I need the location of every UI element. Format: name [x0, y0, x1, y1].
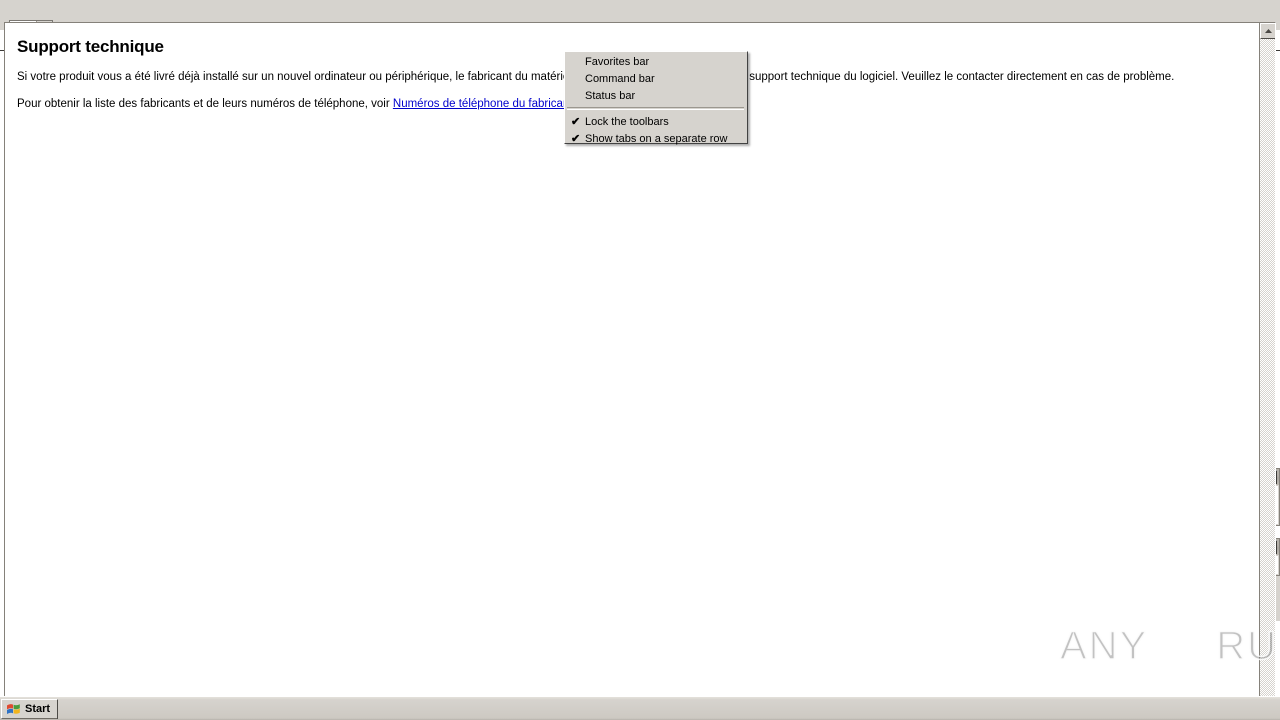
toolbars-dropdown-menu[interactable]: Favorites bar Command bar Status bar ✔ L… — [564, 51, 748, 147]
menu-item-status-bar[interactable]: Status bar — [565, 87, 747, 104]
taskbar[interactable]: Start — [0, 696, 1280, 720]
desktop-screen: lfrxIú`*ôh8ziêÐ–üb¤×¨–µE¦ ⅜□□¶ÃÉ¨y)ògÝ·¦… — [0, 0, 1280, 720]
start-button[interactable]: Start — [1, 699, 59, 719]
scrollbar-track[interactable] — [1260, 39, 1275, 698]
menu-item-command-bar[interactable]: Command bar — [565, 70, 747, 87]
menu-item-lock-toolbars-label: Lock the toolbars — [585, 115, 669, 128]
vertical-scrollbar[interactable] — [1259, 23, 1275, 714]
menu-item-favorites-bar-label: Favorites bar — [585, 55, 650, 68]
menu-item-command-bar-label: Command bar — [585, 72, 655, 85]
menu-item-status-bar-label: Status bar — [585, 89, 636, 102]
menu-item-favorites-bar[interactable]: Favorites bar — [565, 53, 747, 70]
check-icon: ✔ — [571, 116, 581, 128]
windows-flag-icon — [6, 702, 21, 716]
menu-separator — [567, 107, 744, 110]
help-paragraph-2-text: Pour obtenir la liste des fabricants et … — [17, 98, 393, 110]
menu-item-lock-toolbars[interactable]: ✔ Lock the toolbars — [565, 113, 747, 130]
start-button-label: Start — [25, 703, 51, 715]
menu-item-show-tabs-separate-row-label: Show tabs on a separate row — [585, 132, 728, 145]
scroll-up-arrow-icon[interactable] — [1260, 23, 1275, 39]
manufacturer-phone-link[interactable]: Numéros de téléphone du fabricant — [393, 98, 573, 110]
menu-item-show-tabs-separate-row[interactable]: ✔ Show tabs on a separate row — [565, 130, 747, 147]
check-icon: ✔ — [571, 133, 581, 145]
